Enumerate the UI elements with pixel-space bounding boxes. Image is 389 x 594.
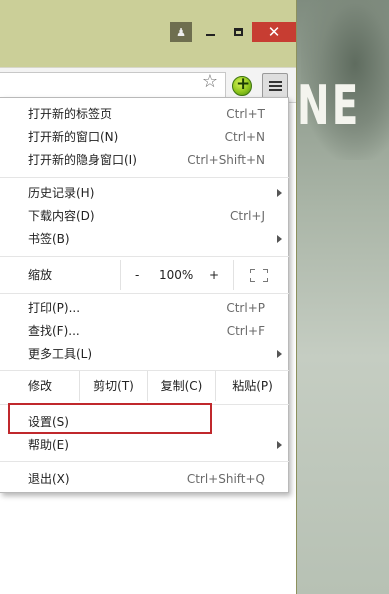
poster-text: NE xyxy=(297,74,361,137)
maximize-button[interactable] xyxy=(224,22,252,42)
edit-row: 修改 剪切(T) 复制(C) 粘贴(P) xyxy=(0,371,289,401)
menu-item-shortcut: Ctrl+F xyxy=(226,324,265,338)
zoom-label: 缩放 xyxy=(28,268,53,282)
menu-item-downloads[interactable]: 下载内容(D) Ctrl+J xyxy=(0,205,289,227)
settings-highlight-box xyxy=(8,403,212,434)
menu-item-label: 下载内容(D) xyxy=(28,209,95,223)
address-bar[interactable] xyxy=(0,72,226,98)
menu-item-history[interactable]: 历史记录(H) xyxy=(0,182,289,204)
menu-item-shortcut: Ctrl+N xyxy=(224,130,265,144)
menu-item-label: 历史记录(H) xyxy=(28,186,95,200)
menu-item-new-window[interactable]: 打开新的窗口(N) Ctrl+N xyxy=(0,126,289,148)
submenu-arrow-icon xyxy=(277,350,282,358)
menu-item-label: 退出(X) xyxy=(28,472,70,486)
background-poster: NE xyxy=(291,0,389,594)
menu-item-label: 书签(B) xyxy=(28,232,70,246)
menu-item-exit[interactable]: 退出(X) Ctrl+Shift+Q xyxy=(0,468,289,490)
menu-separator xyxy=(0,256,289,257)
menu-item-label: 更多工具(L) xyxy=(28,347,93,361)
menu-item-label: 打开新的隐身窗口(I) xyxy=(28,153,137,167)
menu-item-shortcut: Ctrl+P xyxy=(226,301,265,315)
menu-separator xyxy=(0,177,289,178)
hamburger-line-icon xyxy=(269,81,282,83)
submenu-arrow-icon xyxy=(277,235,282,243)
menu-item-shortcut: Ctrl+J xyxy=(230,209,265,223)
menu-item-label: 打印(P)... xyxy=(28,301,81,315)
bookmark-star-icon[interactable]: ☆ xyxy=(201,73,219,91)
menu-item-help[interactable]: 帮助(E) xyxy=(0,434,289,456)
menu-item-shortcut: Ctrl+T xyxy=(226,107,265,121)
menu-item-new-tab[interactable]: 打开新的标签页 Ctrl+T xyxy=(0,103,289,125)
zoom-row: 缩放 - 100% + xyxy=(0,260,289,290)
zoom-out-button[interactable]: - xyxy=(135,260,139,290)
extension-icon[interactable]: + xyxy=(232,74,252,96)
menu-item-print[interactable]: 打印(P)... Ctrl+P xyxy=(0,297,289,319)
zoom-controls: - 100% + xyxy=(120,260,234,290)
menu-item-label: 打开新的标签页 xyxy=(28,107,113,121)
zoom-in-button[interactable]: + xyxy=(209,260,219,290)
menu-item-label: 打开新的窗口(N) xyxy=(28,130,119,144)
menu-item-shortcut: Ctrl+Shift+N xyxy=(187,153,265,167)
window-controls: ♟ ✕ xyxy=(170,22,296,42)
menu-item-more-tools[interactable]: 更多工具(L) xyxy=(0,343,289,365)
submenu-arrow-icon xyxy=(277,441,282,449)
cut-button[interactable]: 剪切(T) xyxy=(79,371,147,401)
menu-separator xyxy=(0,461,289,462)
close-button[interactable]: ✕ xyxy=(252,22,296,42)
minimize-button[interactable] xyxy=(196,22,224,42)
fullscreen-icon[interactable] xyxy=(250,269,268,282)
menu-item-new-incognito-window[interactable]: 打开新的隐身窗口(I) Ctrl+Shift+N xyxy=(0,149,289,171)
menu-item-shortcut: Ctrl+Shift+Q xyxy=(186,472,265,486)
paste-button[interactable]: 粘贴(P) xyxy=(215,371,289,401)
edit-label: 修改 xyxy=(28,379,53,393)
menu-item-bookmarks[interactable]: 书签(B) xyxy=(0,228,289,250)
menu-button[interactable] xyxy=(262,73,288,99)
copy-button[interactable]: 复制(C) xyxy=(147,371,215,401)
menu-item-label: 帮助(E) xyxy=(28,438,69,452)
zoom-level: 100% xyxy=(159,268,194,282)
menu-item-find[interactable]: 查找(F)... Ctrl+F xyxy=(0,320,289,342)
menu-item-label: 查找(F)... xyxy=(28,324,80,338)
submenu-arrow-icon xyxy=(277,189,282,197)
user-profile-icon[interactable]: ♟ xyxy=(170,22,192,42)
menu-separator xyxy=(0,293,289,294)
